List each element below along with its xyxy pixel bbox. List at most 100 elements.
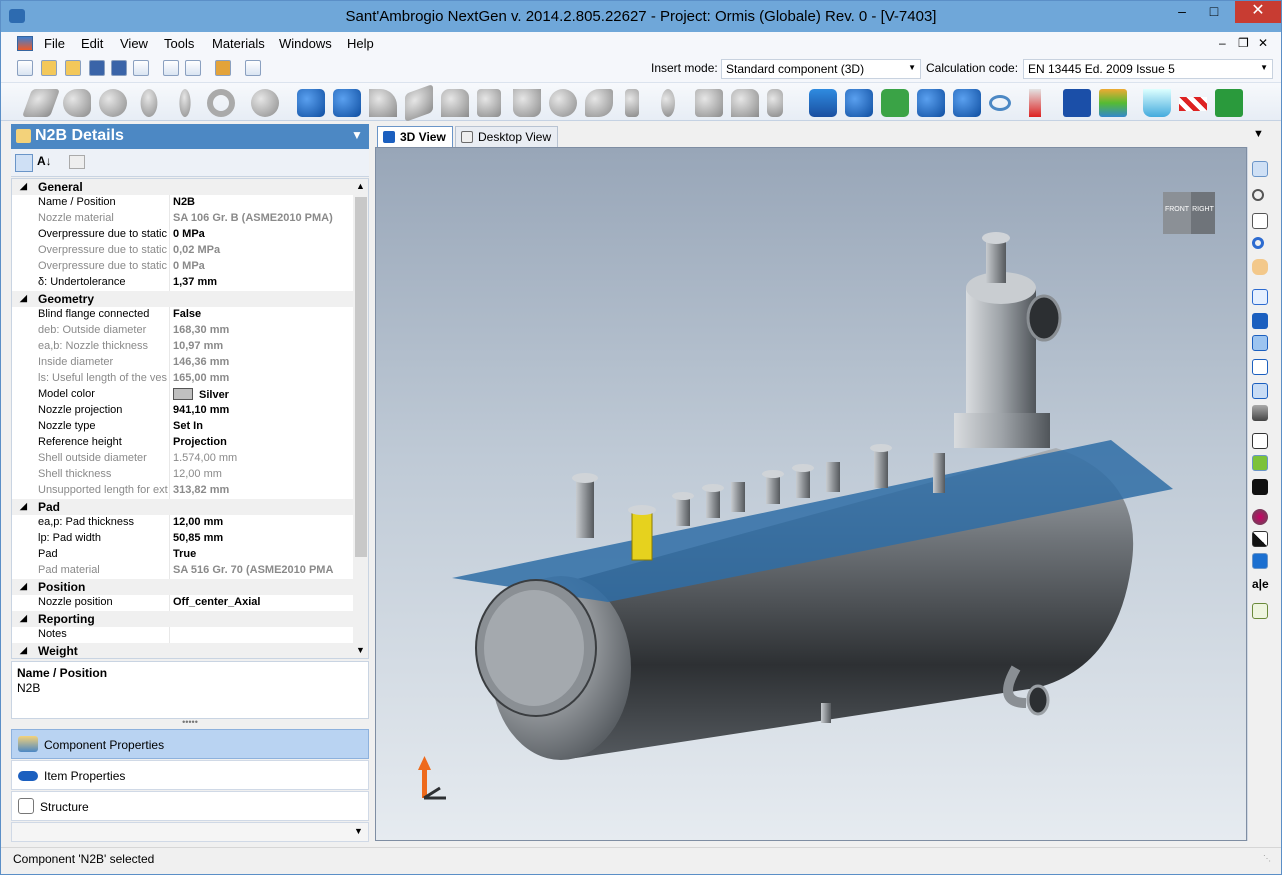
sphere-icon[interactable] <box>251 89 279 117</box>
property-value[interactable]: 313,82 mm <box>173 483 353 499</box>
property-value[interactable]: True <box>173 547 353 563</box>
torispherical-head-icon[interactable] <box>137 83 161 123</box>
property-value[interactable]: SA 106 Gr. B (ASME2010 PMA) <box>173 211 353 227</box>
puzzle-blue-icon[interactable] <box>845 89 873 117</box>
maximize-button[interactable]: □ <box>1199 1 1229 23</box>
liquid-level-icon[interactable] <box>1143 89 1171 117</box>
category-general[interactable]: ◢ General <box>12 179 353 195</box>
top-view-icon[interactable] <box>1252 359 1268 375</box>
property-value[interactable]: 0,02 MPa <box>173 243 353 259</box>
baffle-icon[interactable] <box>661 89 675 117</box>
property-row[interactable]: Overpressure due to static 0 MPa <box>12 227 353 243</box>
thermometer-icon[interactable] <box>1029 89 1041 117</box>
link-icon[interactable] <box>989 95 1011 111</box>
view-cube[interactable]: FRONT RIGHT <box>1158 184 1222 244</box>
collapse-icon[interactable]: ◢ <box>20 645 27 656</box>
puzzle-green-icon[interactable] <box>881 89 909 117</box>
property-value[interactable]: 0 MPa <box>173 227 353 243</box>
property-value[interactable]: Set In <box>173 419 353 435</box>
iso-view-icon[interactable] <box>1252 313 1268 329</box>
scroll-up-icon[interactable]: ▲ <box>356 181 365 191</box>
tab-desktop-view[interactable]: Desktop View <box>455 126 559 147</box>
property-row[interactable]: Nozzle projection 941,10 mm <box>12 403 353 419</box>
vessel-model[interactable] <box>376 148 1247 841</box>
category-reporting[interactable]: ◢ Reporting <box>12 611 353 627</box>
property-row[interactable]: Reference height Projection <box>12 435 353 451</box>
property-value[interactable]: Projection <box>173 435 353 451</box>
collapse-icon[interactable]: ◢ <box>20 581 27 592</box>
ring-icon[interactable] <box>207 89 235 117</box>
nozzle-flange-icon[interactable] <box>333 89 361 117</box>
category-geometry[interactable]: ◢ Geometry <box>12 291 353 307</box>
print-preview-icon[interactable] <box>163 60 179 76</box>
property-grid-scrollbar[interactable]: ▲ ▼ <box>353 179 368 658</box>
3d-viewport[interactable]: FRONT RIGHT <box>375 147 1247 841</box>
property-value[interactable]: SA 516 Gr. 70 (ASME2010 PMA <box>173 563 353 579</box>
property-row[interactable]: Pad material SA 516 Gr. 70 (ASME2010 PMA <box>12 563 353 579</box>
cylinder-shell-icon[interactable] <box>21 89 61 117</box>
zoom-icon[interactable] <box>1252 189 1264 201</box>
property-value[interactable]: 1.574,00 mm <box>173 451 353 467</box>
menu-materials[interactable]: Materials <box>212 36 265 51</box>
mdi-close-button[interactable]: ✕ <box>1258 36 1268 50</box>
property-row[interactable]: Pad True <box>12 547 353 563</box>
property-value[interactable]: 168,30 mm <box>173 323 353 339</box>
seismic-icon[interactable] <box>1215 89 1243 117</box>
property-value[interactable]: 146,36 mm <box>173 355 353 371</box>
property-row[interactable]: ea,b: Nozzle thickness 10,97 mm <box>12 339 353 355</box>
menu-windows[interactable]: Windows <box>279 36 332 51</box>
property-row[interactable]: Nozzle type Set In <box>12 419 353 435</box>
panel-menu-icon[interactable]: ▼ <box>351 128 363 142</box>
minimize-button[interactable]: – <box>1167 1 1197 23</box>
property-row[interactable]: deb: Outside diameter 168,30 mm <box>12 323 353 339</box>
menu-tools[interactable]: Tools <box>164 36 194 51</box>
property-row[interactable]: Name / Position N2B <box>12 195 353 211</box>
select-pointer-icon[interactable] <box>1252 161 1268 177</box>
property-pages-icon[interactable] <box>69 155 85 169</box>
property-value[interactable]: 0 MPa <box>173 259 353 275</box>
clip-icon[interactable] <box>731 89 759 117</box>
property-row[interactable]: Nozzle position Off_center_Axial <box>12 595 353 611</box>
menu-view[interactable]: View <box>120 36 148 51</box>
save-all-icon[interactable] <box>111 60 127 76</box>
property-row[interactable]: δ: Undertolerance 1,37 mm <box>12 275 353 291</box>
nav-component-properties[interactable]: Component Properties <box>11 729 369 759</box>
book-icon[interactable] <box>1063 89 1091 117</box>
new-icon[interactable] <box>17 60 33 76</box>
menu-help[interactable]: Help <box>347 36 374 51</box>
bolt-icon[interactable] <box>767 89 783 117</box>
tools-icon[interactable] <box>215 60 231 76</box>
front-view-icon[interactable] <box>1252 335 1268 351</box>
property-value[interactable]: 10,97 mm <box>173 339 353 355</box>
chevron-down-icon[interactable]: ▼ <box>354 826 363 836</box>
plate-icon[interactable] <box>405 83 433 123</box>
shaded-icon[interactable] <box>1252 455 1268 471</box>
property-value[interactable]: Off_center_Axial <box>173 595 353 611</box>
nozzle-icon[interactable] <box>297 89 325 117</box>
tabs-menu-icon[interactable]: ▼ <box>1253 128 1264 140</box>
flat-head-icon[interactable] <box>177 83 193 123</box>
panel-splitter[interactable]: ••••• <box>11 718 369 728</box>
property-row[interactable]: Overpressure due to static 0 MPa <box>12 259 353 275</box>
view-cube-right[interactable]: RIGHT <box>1191 192 1215 234</box>
property-row[interactable]: Overpressure due to static 0,02 MPa <box>12 243 353 259</box>
puzzle-remove-icon[interactable] <box>917 89 945 117</box>
categorized-icon[interactable] <box>15 154 33 172</box>
ellipsoidal-head-icon[interactable] <box>99 89 127 117</box>
property-value[interactable]: 12,00 mm <box>173 467 353 483</box>
leg-support-icon[interactable] <box>477 89 501 117</box>
cone-icon[interactable] <box>63 89 91 117</box>
mdi-restore-button[interactable]: ❐ <box>1238 36 1249 50</box>
wind-sock-icon[interactable] <box>1179 97 1207 111</box>
library-icon[interactable] <box>1099 89 1127 117</box>
view-cube-front[interactable]: FRONT <box>1163 192 1191 234</box>
property-row[interactable]: Blind flange connected False <box>12 307 353 323</box>
nav-overflow[interactable]: ▼ <box>11 822 369 842</box>
tab-3d-view[interactable]: 3D View <box>377 126 453 147</box>
open-folder-icon[interactable] <box>41 60 57 76</box>
properties-icon[interactable] <box>133 60 149 76</box>
elbow-icon[interactable] <box>369 89 397 117</box>
property-value[interactable]: 165,00 mm <box>173 371 353 387</box>
property-value[interactable]: 50,85 mm <box>173 531 353 547</box>
skirt-icon[interactable] <box>513 89 541 117</box>
